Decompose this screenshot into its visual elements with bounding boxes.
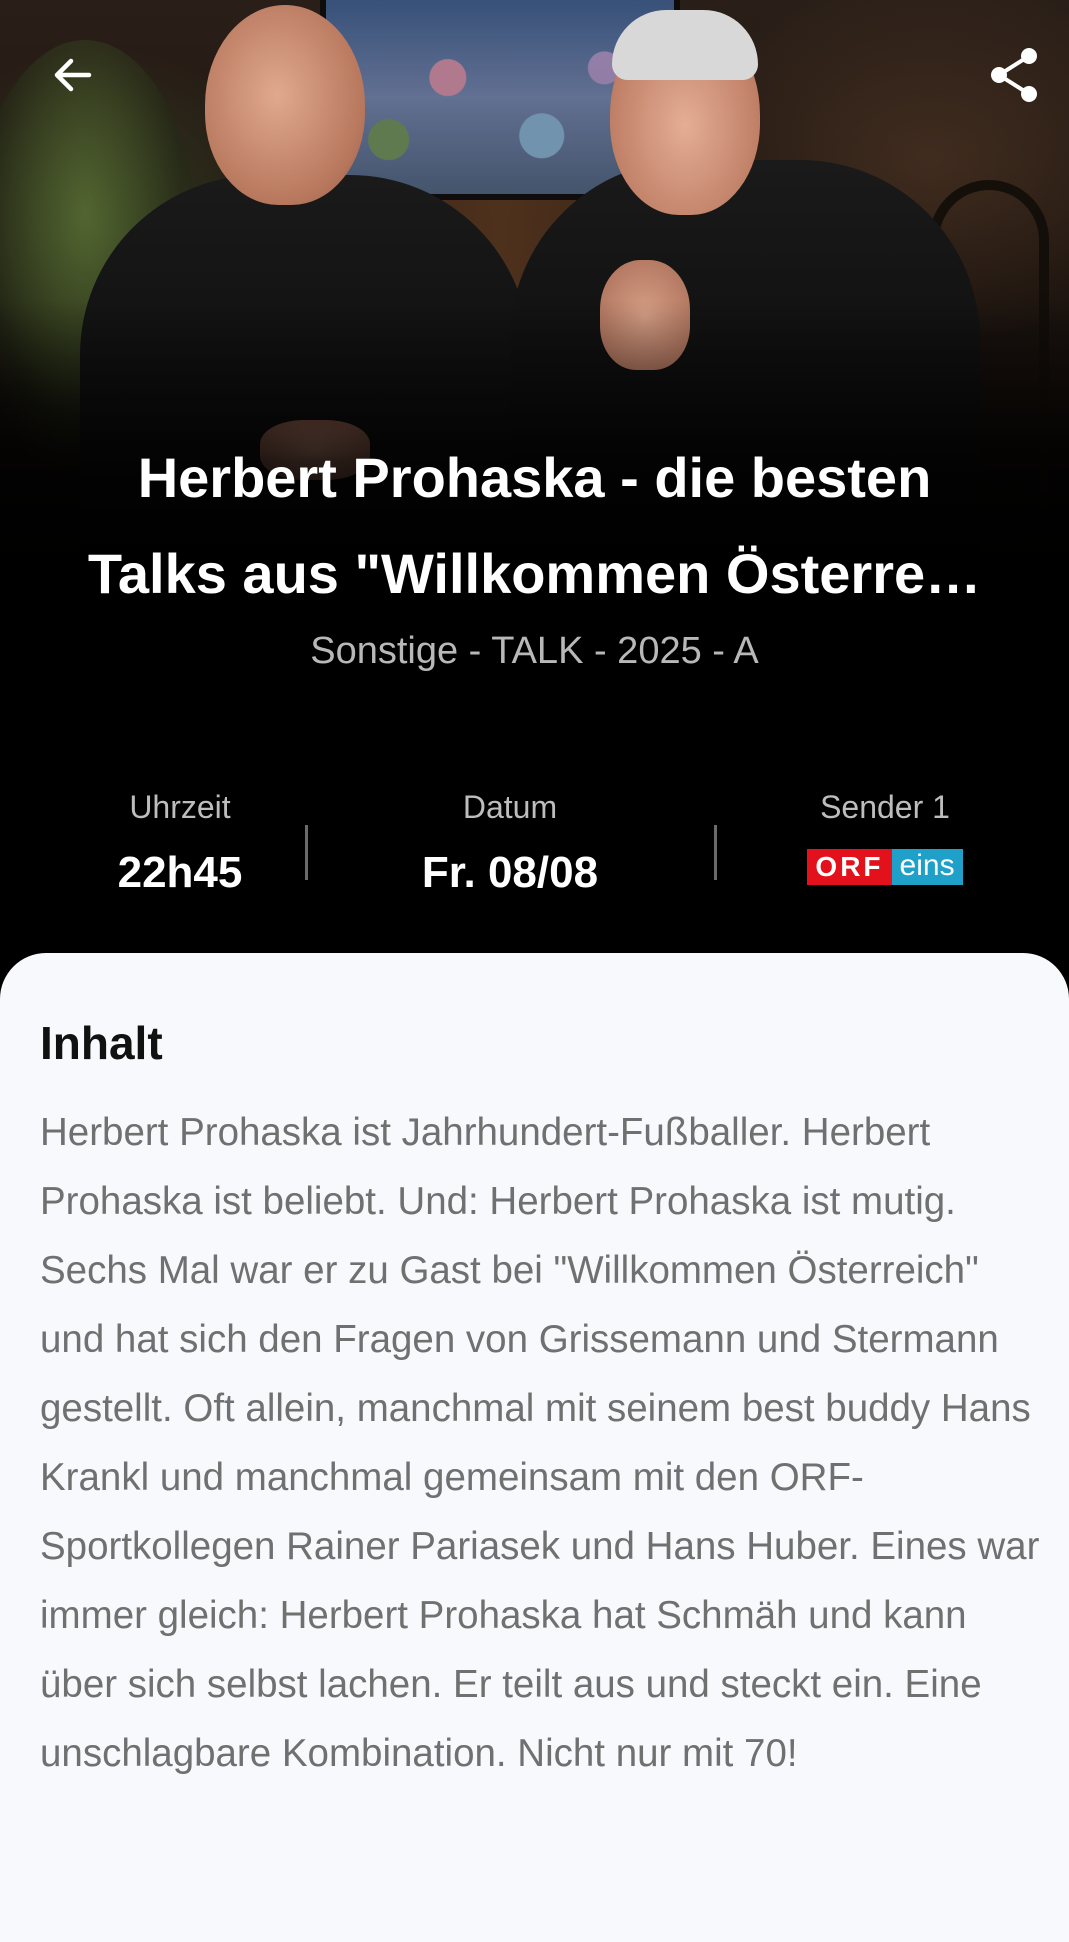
date-value: Fr. 08/08 — [421, 848, 599, 897]
program-detail-screen: Herbert Prohaska - die besten Talks aus … — [0, 0, 1069, 1942]
eins-logo-text: eins — [891, 849, 963, 885]
content-heading: Inhalt — [40, 1017, 163, 1069]
info-divider — [305, 825, 308, 880]
share-icon — [991, 48, 1037, 102]
program-title-line-1: Herbert Prohaska - die besten — [137, 446, 932, 509]
arrow-left-icon — [54, 58, 92, 92]
date-info: Datum Fr. 08/08 — [380, 785, 640, 903]
program-meta: Sonstige - TALK - 2025 - A — [310, 630, 759, 672]
content-description: Herbert Prohaska ist Jahrhundert-Fußball… — [40, 1111, 1040, 1775]
info-divider — [714, 825, 717, 880]
date-label: Datum — [462, 789, 558, 825]
broadcast-info-row: Uhrzeit 22h45 Datum Fr. 08/08 Sender 1 O… — [0, 785, 1069, 905]
sender-label: Sender 1 — [820, 789, 950, 825]
program-title: Herbert Prohaska - die besten Talks aus … — [40, 430, 1029, 622]
time-info: Uhrzeit 22h45 — [80, 785, 280, 903]
share-button[interactable] — [979, 40, 1049, 110]
program-title-line-2: Talks aus "Willkommen Österre… — [87, 542, 982, 605]
back-button[interactable] — [38, 40, 108, 110]
content-card: Inhalt Herbert Prohaska ist Jahrhundert-… — [0, 953, 1069, 1942]
time-value: 22h45 — [117, 848, 243, 897]
time-label: Uhrzeit — [129, 789, 231, 825]
orf-logo-text: ORF — [807, 849, 892, 885]
sender-info: Sender 1 ORF eins — [790, 785, 980, 885]
orf-eins-logo: ORF eins — [807, 849, 963, 885]
